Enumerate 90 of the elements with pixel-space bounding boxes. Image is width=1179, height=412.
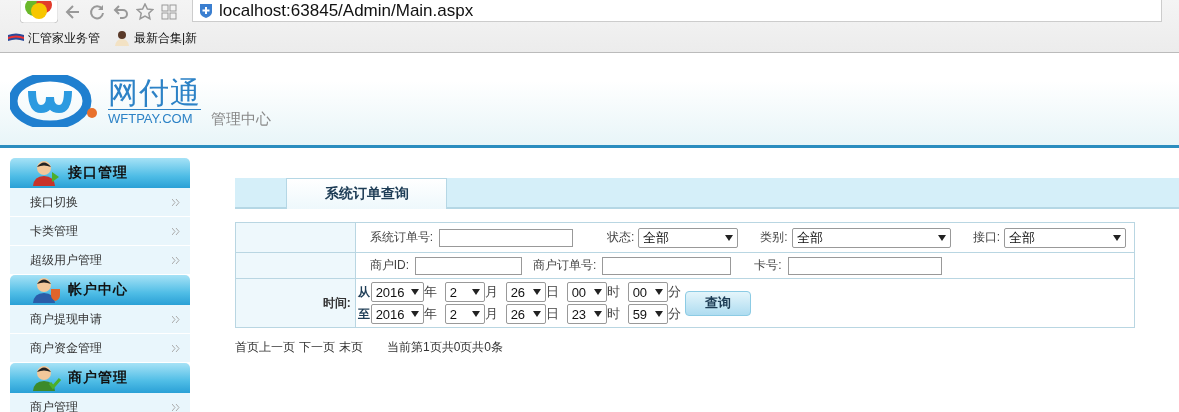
double-chevron-icon [172, 198, 180, 206]
dropdown-arrow-icon [937, 234, 946, 241]
address-bar[interactable]: localhost:63845/Admin/Main.aspx [192, 0, 1162, 22]
page-info: 当前第1页共0页共0条 [387, 339, 504, 356]
field-label: 商户订单号: [532, 257, 597, 274]
unit-label: 年 [423, 305, 437, 323]
dropdown-arrow-icon [654, 311, 663, 317]
logo-domain: WFTPAY.COM [108, 109, 201, 127]
flag-icon [8, 33, 24, 43]
dropdown[interactable]: 00 [566, 282, 607, 302]
menu-item[interactable]: 商户管理 [10, 393, 190, 412]
dropdown-arrow-icon [1113, 234, 1121, 241]
input-field[interactable] [438, 228, 573, 247]
double-chevron-icon [172, 256, 180, 264]
dropdown-arrow-icon [532, 311, 541, 317]
menu-group-title: 接口管理 [68, 164, 128, 182]
dropdown[interactable]: 2016 [370, 282, 424, 302]
menu-item[interactable]: 接口切换 [10, 188, 190, 217]
tab[interactable]: 系统订单查询 [286, 178, 447, 209]
double-chevron-icon [172, 344, 180, 352]
dropdown-arrow-icon [410, 311, 419, 317]
dropdown-arrow-icon [654, 289, 663, 295]
page-link[interactable]: 上一页 [259, 339, 295, 356]
browser-logo-icon[interactable] [20, 1, 58, 23]
input-field[interactable] [787, 256, 942, 275]
menu-item[interactable]: 商户提现申请 [10, 305, 190, 334]
field-label: 接口: [972, 229, 1000, 246]
menu-group-title: 商户管理 [68, 369, 128, 387]
unit-label: 分 [667, 283, 681, 301]
unit-label: 时 [606, 305, 620, 323]
input-field[interactable] [602, 256, 732, 275]
menu-item[interactable]: 卡类管理 [10, 217, 190, 246]
header-subtitle: 管理中心 [211, 110, 271, 129]
field-label: 状态: [606, 229, 635, 246]
unit-label: 年 [423, 283, 437, 301]
range-prefix: 从 [357, 283, 370, 301]
dropdown[interactable]: 26 [505, 282, 546, 302]
page-link[interactable]: 下一页 [299, 339, 335, 356]
dropdown-arrow-icon [471, 289, 480, 295]
field-label: 类别: [760, 229, 788, 246]
field-label: 系统订单号: [369, 229, 433, 246]
dropdown[interactable]: 00 [627, 282, 668, 302]
dropdown-arrow-icon [593, 311, 602, 317]
logo-title: 网付通 [108, 77, 201, 109]
grid-icon[interactable] [160, 3, 178, 21]
field-label: 商户ID: [369, 257, 409, 274]
dropdown[interactable]: 59 [627, 304, 668, 324]
unit-label: 时 [606, 283, 620, 301]
person-icon [32, 365, 62, 391]
time-label: 时间: [235, 278, 356, 328]
bookmark-link[interactable]: 最新合集|新 [114, 29, 198, 47]
unit-label: 日 [545, 305, 559, 323]
unit-label: 月 [484, 305, 498, 323]
dropdown-arrow-icon [593, 289, 602, 295]
double-chevron-icon [172, 315, 180, 323]
menu-item[interactable]: 超级用户管理 [10, 246, 190, 275]
menu-group-title: 帐户中心 [68, 281, 128, 299]
dropdown-arrow-icon [471, 311, 480, 317]
dropdown[interactable]: 26 [505, 304, 546, 324]
input-field[interactable] [414, 256, 522, 275]
field-label: 卡号: [754, 257, 782, 274]
dropdown-arrow-icon [532, 289, 541, 295]
page-link[interactable]: 首页 [235, 339, 259, 356]
star-icon[interactable] [136, 3, 154, 21]
double-chevron-icon [172, 227, 180, 235]
dropdown[interactable]: 23 [566, 304, 607, 324]
dropdown-arrow-icon [725, 234, 734, 241]
dropdown-arrow-icon [410, 289, 419, 295]
dropdown[interactable]: 全部 [1004, 227, 1126, 248]
dropdown[interactable]: 2 [444, 282, 485, 302]
dropdown[interactable]: 2 [444, 304, 485, 324]
dropdown[interactable]: 2016 [370, 304, 424, 324]
bookmark-link[interactable]: 汇管家业务管 [8, 29, 100, 47]
logo-icon [10, 75, 98, 127]
person-icon [114, 30, 130, 46]
dropdown[interactable]: 全部 [638, 227, 739, 248]
menu-item[interactable]: 商户资金管理 [10, 334, 190, 363]
unit-label: 分 [667, 305, 681, 323]
shield-icon [199, 2, 213, 19]
double-chevron-icon [172, 403, 180, 411]
dropdown[interactable]: 全部 [791, 227, 951, 248]
back-icon[interactable] [64, 3, 82, 21]
page-link[interactable]: 末页 [339, 339, 363, 356]
person-icon [32, 277, 62, 303]
undo-icon[interactable] [112, 3, 130, 21]
range-prefix: 至 [357, 305, 370, 323]
unit-label: 日 [545, 283, 559, 301]
unit-label: 月 [484, 283, 498, 301]
refresh-icon[interactable] [88, 3, 106, 21]
search-button[interactable]: 查询 [684, 290, 751, 316]
